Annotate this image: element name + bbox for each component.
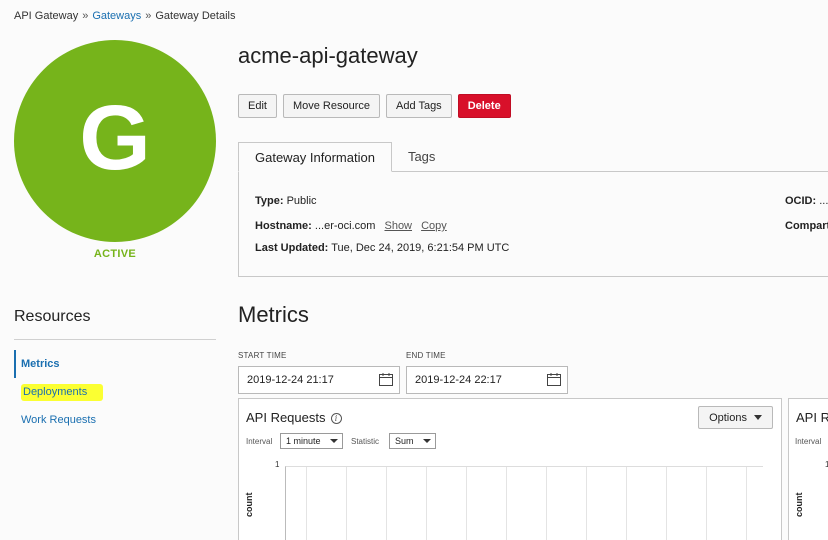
gateway-badge-letter: G [79, 87, 151, 189]
ocid-row: OCID: ... [785, 195, 828, 207]
move-resource-button[interactable]: Move Resource [282, 94, 381, 118]
chart-title: API Requests i [246, 410, 342, 425]
calendar-icon[interactable] [547, 373, 561, 386]
grid-line [426, 467, 427, 540]
end-time-label: END TIME [406, 351, 446, 360]
start-time-label: START TIME [238, 351, 287, 360]
compartment-row: Compart [785, 220, 828, 232]
last-updated-label: Last Updated: [255, 242, 329, 254]
hostname-copy-link[interactable]: Copy [421, 220, 447, 232]
type-value: Public [286, 195, 317, 207]
chevron-down-icon [754, 415, 762, 420]
sidebar-item-deployments[interactable]: Deployments [14, 378, 216, 406]
delete-button[interactable]: Delete [457, 94, 511, 118]
last-updated-row: Last Updated: Tue, Dec 24, 2019, 6:21:54… [255, 242, 509, 254]
grid-line [506, 467, 507, 540]
calendar-icon[interactable] [379, 373, 393, 386]
detail-tabs: Gateway Information Tags [238, 142, 451, 172]
compartment-label: Compart [785, 220, 828, 232]
sidebar-item-metrics[interactable]: Metrics [14, 350, 216, 378]
y-axis-label: count [244, 492, 254, 518]
info-icon[interactable]: i [330, 413, 342, 424]
sidebar-item-label: Deployments [21, 384, 104, 401]
statistic-label: Statistic [351, 437, 380, 446]
interval-label: Interval [795, 437, 822, 446]
ocid-label: OCID: [785, 195, 817, 207]
breadcrumb-current: Gateway Details [155, 10, 236, 22]
api-requests-chart-card: API Requests i Options Interval 1 minute … [238, 398, 782, 540]
chart-title-text: API R [796, 410, 828, 425]
hostname-row: Hostname: ...er-oci.com Show Copy [255, 220, 447, 232]
resources-nav: Metrics Deployments Work Requests [14, 350, 216, 434]
interval-select[interactable]: 1 minute [280, 433, 343, 449]
sidebar-item-label: Metrics [21, 358, 60, 370]
interval-label: Interval [246, 437, 273, 446]
grid-line [546, 467, 547, 540]
sidebar-item-work-requests[interactable]: Work Requests [14, 406, 216, 434]
end-time-input[interactable]: 2019-12-24 22:17 [406, 366, 568, 394]
add-tags-button[interactable]: Add Tags [386, 94, 452, 118]
api-chart-card-2: API R Interval 1 count [788, 398, 828, 540]
hostname-label: Hostname: [255, 220, 312, 232]
chart-plot-area [285, 466, 763, 540]
hostname-show-link[interactable]: Show [384, 220, 412, 232]
options-button[interactable]: Options [698, 406, 773, 429]
grid-line [386, 467, 387, 540]
statistic-select[interactable]: Sum [389, 433, 436, 449]
resources-divider [14, 339, 216, 340]
grid-line [346, 467, 347, 540]
hostname-value: ...er-oci.com [314, 220, 376, 232]
start-time-value: 2019-12-24 21:17 [247, 374, 334, 386]
metrics-title: Metrics [238, 302, 309, 327]
breadcrumb-gateways-link[interactable]: Gateways [92, 10, 141, 22]
type-label: Type: [255, 195, 284, 207]
start-time-input[interactable]: 2019-12-24 21:17 [238, 366, 400, 394]
tab-gateway-information[interactable]: Gateway Information [238, 142, 392, 172]
gateway-status-icon: G [14, 40, 216, 242]
grid-line [306, 467, 307, 540]
grid-line [746, 467, 747, 540]
action-toolbar: Edit Move Resource Add Tags Delete [238, 94, 511, 118]
edit-button[interactable]: Edit [238, 94, 277, 118]
page-title: acme-api-gateway [238, 43, 418, 68]
end-time-value: 2019-12-24 22:17 [415, 374, 502, 386]
type-row: Type: Public [255, 195, 317, 207]
grid-line [586, 467, 587, 540]
last-updated-value: Tue, Dec 24, 2019, 6:21:54 PM UTC [331, 242, 510, 254]
grid-line [466, 467, 467, 540]
gateway-information-panel: Type: Public Hostname: ...er-oci.com Sho… [238, 171, 828, 277]
options-label: Options [709, 411, 747, 424]
grid-line [626, 467, 627, 540]
breadcrumb: API Gateway» Gateways» Gateway Details [14, 10, 235, 22]
statistic-value: Sum [395, 436, 414, 446]
sidebar-item-label: Work Requests [21, 414, 96, 426]
tab-tags[interactable]: Tags [392, 142, 451, 172]
chevron-down-icon [423, 439, 431, 443]
chevron-down-icon [330, 439, 338, 443]
breadcrumb-separator: » [82, 10, 89, 22]
y-axis-label: count [794, 492, 804, 518]
interval-value: 1 minute [286, 436, 321, 446]
breadcrumb-root: API Gateway [14, 10, 79, 22]
breadcrumb-separator: » [145, 10, 152, 22]
resources-title: Resources [14, 308, 91, 325]
ocid-value: ... [819, 195, 828, 207]
grid-line [706, 467, 707, 540]
status-label: ACTIVE [93, 248, 137, 260]
y-tick-label: 1 [275, 460, 280, 469]
chart-title-text: API Requests [246, 410, 326, 425]
grid-line [666, 467, 667, 540]
